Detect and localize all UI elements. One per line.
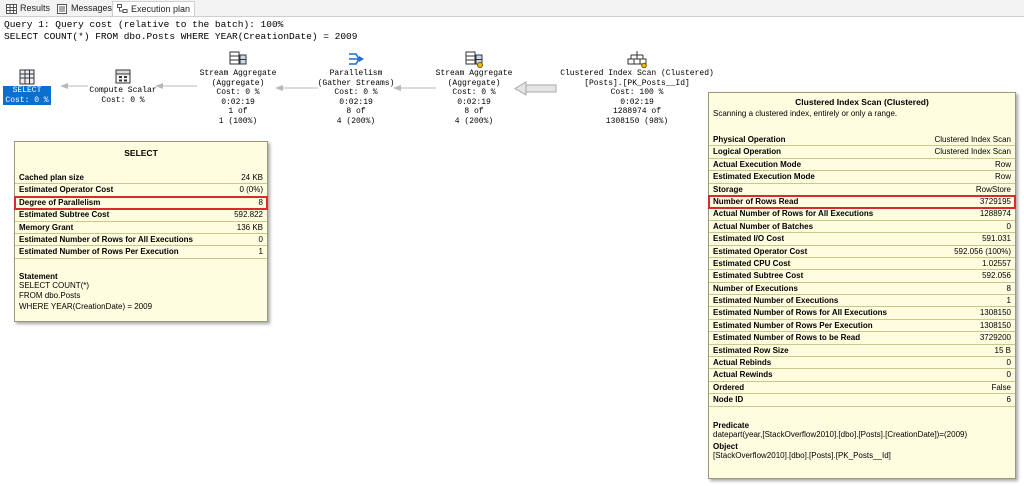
arrowhead-select — [60, 83, 68, 89]
plan-node-compute-scalar[interactable]: Compute Scalar Cost: 0 % — [83, 69, 163, 105]
arrow-scan-to-stream2 — [514, 81, 557, 96]
scan-properties-tooltip: Clustered Index Scan (Clustered) Scannin… — [708, 92, 1016, 479]
statement-section: Statement SELECT COUNT(*) FROM dbo.Posts… — [19, 271, 153, 311]
tooltip-row: Estimated Number of Rows Per Execution 13… — [709, 320, 1015, 333]
tooltip-row: Actual Rebinds 0 — [709, 357, 1015, 370]
tooltip-row: Actual Number of Batches 0 — [709, 221, 1015, 234]
tooltip-row: Estimated Execution Mode Row — [709, 171, 1015, 184]
tooltip-row: Memory Grant 136 KB — [15, 222, 267, 234]
tooltip-row: Estimated Row Size 15 B — [709, 345, 1015, 358]
compute-scalar-icon — [115, 69, 131, 84]
plan-node-clustered-index-scan[interactable]: Clustered Index Scan (Clustered) [Posts]… — [556, 50, 718, 127]
tooltip-row: Actual Rewinds 0 — [709, 369, 1015, 382]
tooltip-row: Logical Operation Clustered Index Scan — [709, 146, 1015, 159]
tooltip-row: Estimated Operator Cost 592.056 (100%) — [709, 246, 1015, 258]
predicate-section: Predicate datepart(year,[StackOverflow20… — [713, 420, 968, 439]
tooltip-row: Estimated Operator Cost 0 (0%) — [15, 184, 267, 197]
plan-node-stream-aggregate-2[interactable]: Stream Aggregate (Aggregate) Cost: 0 % 0… — [428, 50, 520, 127]
tooltip-row-highlighted: Degree of Parallelism 8 — [14, 195, 268, 211]
tooltip-row: Physical Operation Clustered Index Scan — [709, 134, 1015, 147]
tooltip-row: Estimated Number of Rows Per Execution 1 — [15, 246, 267, 259]
tooltip-row: Storage RowStore — [709, 184, 1015, 196]
tooltip-row: Estimated Number of Rows for All Executi… — [15, 234, 267, 247]
parallelism-icon — [349, 53, 364, 65]
plan-node-parallelism[interactable]: Parallelism (Gather Streams) Cost: 0 % 0… — [310, 50, 402, 127]
plan-node-select-label: SELECT Cost: 0 % — [3, 86, 51, 106]
select-properties-tooltip: SELECT Cached plan size 24 KB Estimated O… — [14, 141, 268, 322]
tooltip-row-highlighted: Number of Rows Read 3729195 — [708, 194, 1016, 210]
tooltip-row: Estimated Subtree Cost 592.822 — [15, 209, 267, 222]
tooltip-row: Number of Executions 8 — [709, 283, 1015, 296]
tooltip-row: Actual Execution Mode Row — [709, 159, 1015, 172]
tooltip-row: Estimated CPU Cost 1.02557 — [709, 258, 1015, 271]
stream-aggregate-icon — [229, 51, 247, 65]
tooltip-title: Clustered Index Scan (Clustered) — [795, 97, 929, 107]
plan-node-stream-aggregate-1[interactable]: Stream Aggregate (Aggregate) Cost: 0 % 0… — [192, 50, 284, 127]
plan-node-select[interactable]: SELECT Cost: 0 % — [3, 69, 51, 106]
clustered-index-scan-icon — [627, 51, 647, 68]
tooltip-row: Ordered False — [709, 382, 1015, 395]
select-icon — [19, 69, 35, 85]
tooltip-row: Node ID 6 — [709, 394, 1015, 407]
tooltip-row: Estimated Subtree Cost 592.056 — [709, 270, 1015, 283]
stream-aggregate-parallel-icon — [465, 51, 483, 68]
object-section: Object [StackOverflow2010].[dbo].[Posts]… — [713, 442, 891, 461]
tooltip-row: Estimated Number of Rows to be Read 37292… — [709, 332, 1015, 345]
tooltip-title: SELECT — [124, 148, 158, 158]
tooltip-row: Actual Number of Rows for All Executions… — [709, 208, 1015, 221]
tooltip-row: Estimated Number of Rows for All Executi… — [709, 307, 1015, 320]
tooltip-row: Cached plan size 24 KB — [15, 172, 267, 185]
tooltip-row: Estimated Number of Executions 1 — [709, 295, 1015, 308]
tooltip-subtitle: Scanning a clustered index, entirely or … — [713, 109, 898, 118]
tooltip-row: Estimated I/O Cost 591.031 — [709, 233, 1015, 246]
